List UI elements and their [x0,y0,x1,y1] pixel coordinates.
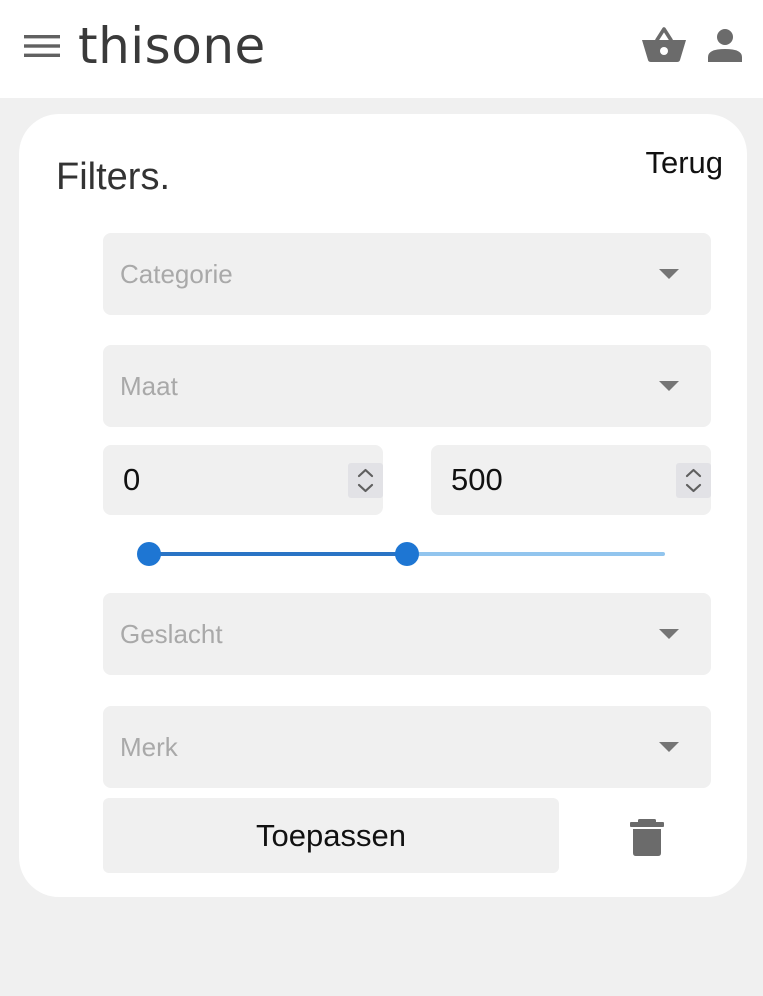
price-max-value: 500 [451,462,503,497]
category-placeholder: Categorie [120,259,233,289]
gender-select[interactable]: Geslacht [103,593,711,675]
filters-panel: Filters. Terug Categorie Maat 0 500 Gesl… [19,114,747,897]
price-max-input[interactable]: 500 [431,445,711,515]
brand-placeholder: Merk [120,732,178,762]
back-link[interactable]: Terug [645,144,723,182]
gender-placeholder: Geslacht [120,619,223,649]
dropdown-arrow-icon [659,381,679,391]
slider-selected-range [149,552,407,556]
filters-title: Filters. [56,156,170,198]
user-account-icon[interactable] [707,28,743,62]
dropdown-arrow-icon [659,742,679,752]
dropdown-arrow-icon [659,269,679,279]
slider-min-handle[interactable] [137,542,161,566]
top-app-bar: thisone [0,0,763,98]
price-min-value: 0 [123,462,141,497]
brand-select[interactable]: Merk [103,706,711,788]
slider-max-handle[interactable] [395,542,419,566]
number-spinner-icon[interactable] [348,463,383,498]
dropdown-arrow-icon [659,629,679,639]
trash-icon[interactable] [629,817,665,857]
shopping-basket-icon[interactable] [641,26,687,64]
apply-filters-button[interactable]: Toepassen [103,798,559,873]
number-spinner-icon[interactable] [676,463,711,498]
price-min-input[interactable]: 0 [103,445,383,515]
brand-logo[interactable]: thisone [78,14,266,78]
category-select[interactable]: Categorie [103,233,711,315]
price-range-slider[interactable] [137,539,677,569]
size-placeholder: Maat [120,371,178,401]
size-select[interactable]: Maat [103,345,711,427]
hamburger-menu-icon[interactable] [24,33,60,59]
